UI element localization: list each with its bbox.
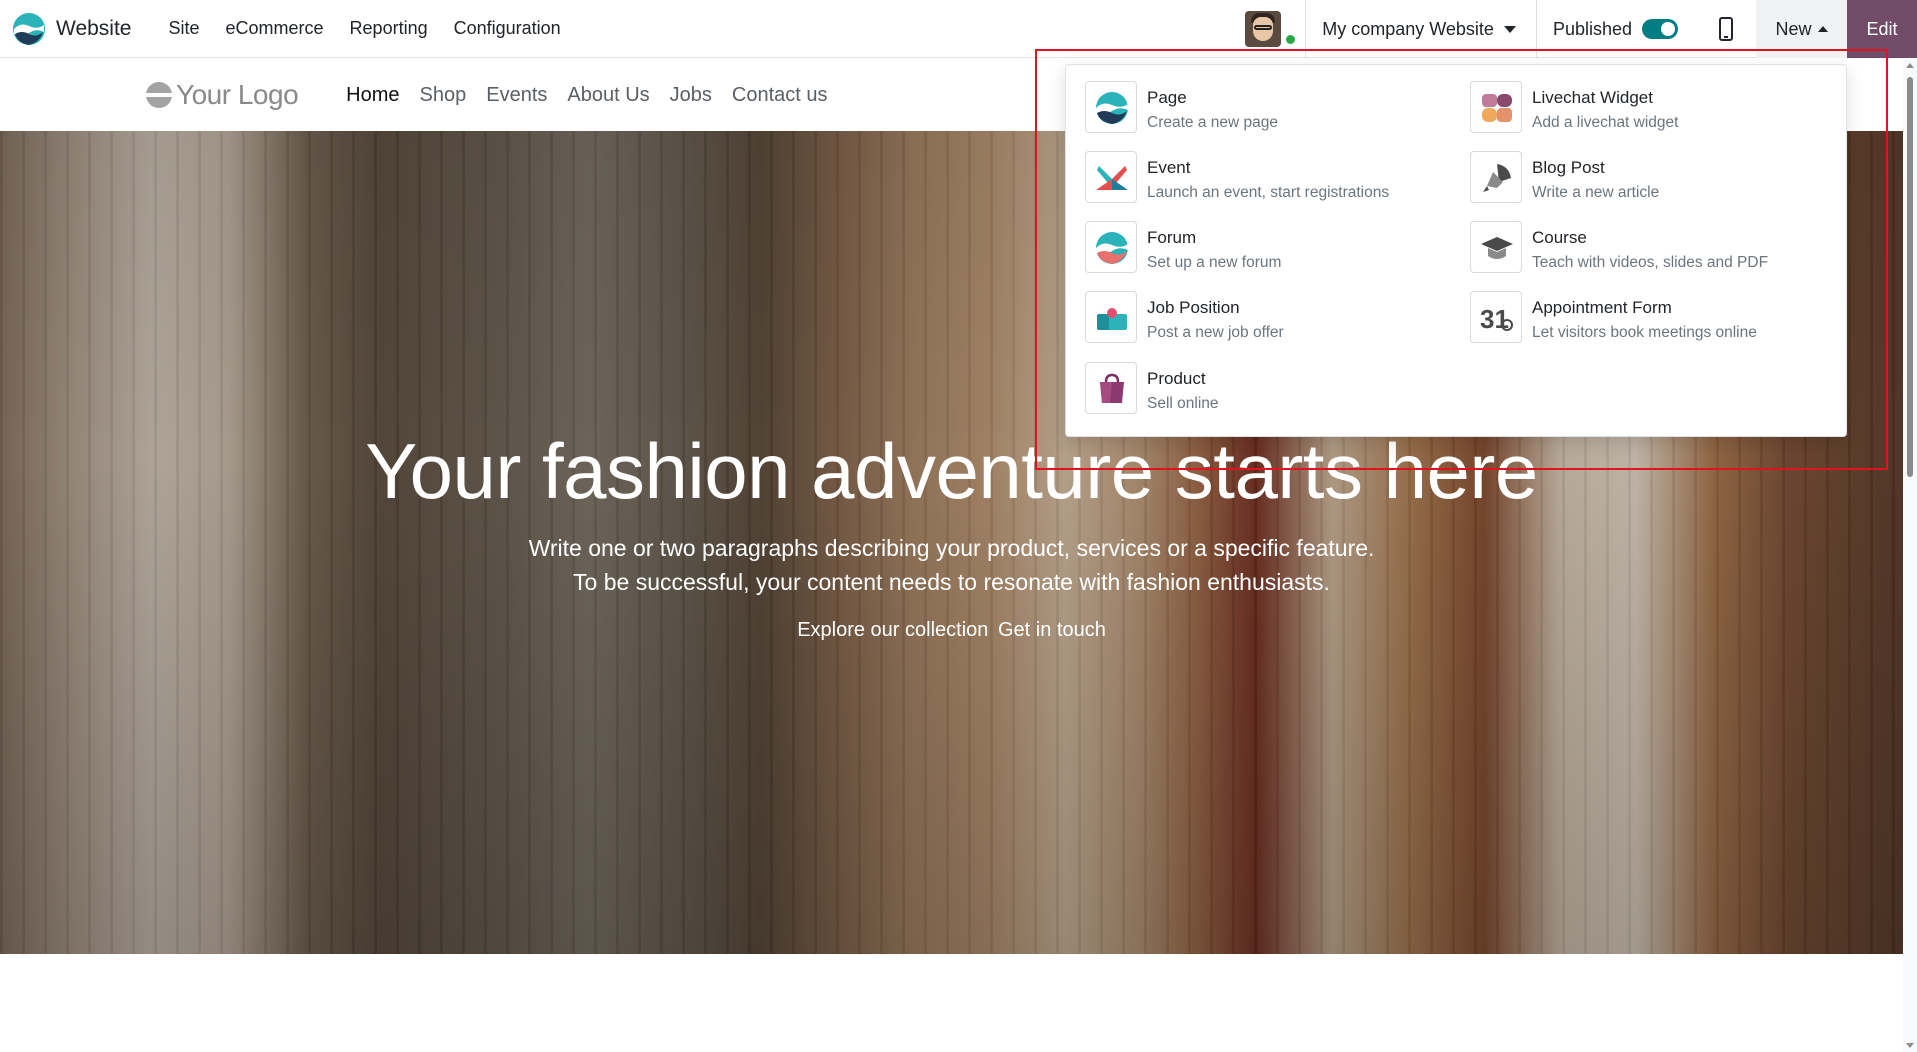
published-label: Published: [1552, 18, 1632, 39]
explore-collection-link[interactable]: Explore our collection: [797, 619, 988, 641]
site-logo[interactable]: Your Logo: [142, 79, 299, 111]
new-job-position-title: Job Position: [1147, 298, 1240, 317]
scroll-down-arrow-icon[interactable]: [1906, 1043, 1914, 1048]
nav-events[interactable]: Events: [476, 84, 557, 107]
admin-navbar-right: My company Website Published New Edit: [1245, 0, 1917, 58]
nav-home[interactable]: Home: [336, 84, 409, 107]
hero-title: Your fashion adventure starts here: [365, 427, 1538, 515]
website-switcher[interactable]: My company Website: [1306, 19, 1536, 40]
new-appointment-form-item[interactable]: 31 Appointment Form Let visitors book me…: [1470, 291, 1850, 353]
new-course-subtitle: Teach with videos, slides and PDF: [1532, 254, 1769, 271]
new-appointment-form-title: Appointment Form: [1532, 298, 1672, 317]
new-forum-title: Forum: [1147, 228, 1197, 247]
new-appointment-form-subtitle: Let visitors book meetings online: [1532, 324, 1757, 341]
top-menu: Site eCommerce Reporting Configuration: [155, 18, 573, 39]
page-icon: [1085, 81, 1137, 133]
hero-links: Explore our collection Get in touch: [0, 619, 1903, 642]
online-status-icon: [1284, 33, 1297, 46]
forum-icon: [1085, 221, 1137, 273]
new-livechat-subtitle: Add a livechat widget: [1532, 114, 1679, 131]
new-course-item[interactable]: Course Teach with videos, slides and PDF: [1470, 221, 1850, 283]
hero-content: Your fashion adventure starts here Write…: [0, 425, 1903, 642]
caret-up-icon: [1817, 26, 1828, 32]
new-event-item[interactable]: Event Launch an event, start registratio…: [1085, 151, 1465, 213]
new-blog-post-subtitle: Write a new article: [1532, 184, 1660, 201]
product-icon: [1085, 362, 1137, 414]
new-page-item[interactable]: Page Create a new page: [1085, 81, 1465, 143]
hero-paragraph-line-1: Write one or two paragraphs describing y…: [528, 535, 1375, 561]
nav-shop[interactable]: Shop: [410, 84, 477, 107]
mobile-phone-icon: [1719, 17, 1733, 41]
scroll-up-arrow-icon[interactable]: [1906, 63, 1914, 68]
new-label: New: [1775, 18, 1812, 39]
nav-jobs[interactable]: Jobs: [660, 84, 722, 107]
edit-label: Edit: [1866, 18, 1898, 39]
website-app-icon: [13, 12, 45, 45]
mobile-preview-button[interactable]: [1696, 0, 1756, 58]
app-brand[interactable]: Website: [12, 12, 155, 46]
new-content-dropdown: Page Create a new page Livechat Widget A…: [1065, 64, 1847, 437]
publish-toggle[interactable]: Published: [1537, 19, 1696, 40]
admin-navbar: Website Site eCommerce Reporting Configu…: [0, 0, 1917, 58]
page-scrollbar[interactable]: [1903, 59, 1917, 1052]
menu-ecommerce[interactable]: eCommerce: [213, 18, 337, 39]
new-forum-item[interactable]: Forum Set up a new forum: [1085, 221, 1465, 283]
hero-paragraph: Write one or two paragraphs describing y…: [0, 531, 1903, 599]
new-page-title: Page: [1147, 88, 1187, 107]
new-page-subtitle: Create a new page: [1147, 114, 1278, 131]
job-icon: [1085, 291, 1137, 343]
new-blog-post-item[interactable]: Blog Post Write a new article: [1470, 151, 1850, 213]
nav-about-us[interactable]: About Us: [557, 84, 659, 107]
app-name: Website: [56, 16, 132, 40]
toggle-switch-icon[interactable]: [1642, 19, 1678, 39]
new-job-position-item[interactable]: Job Position Post a new job offer: [1085, 291, 1465, 353]
site-nav: Home Shop Events About Us Jobs Contact u…: [336, 84, 837, 107]
new-event-title: Event: [1147, 158, 1191, 177]
menu-configuration[interactable]: Configuration: [441, 18, 574, 39]
appointment-icon: 31: [1470, 291, 1522, 343]
nav-contact-us[interactable]: Contact us: [722, 84, 838, 107]
new-content-button[interactable]: New: [1756, 0, 1847, 58]
website-switcher-label: My company Website: [1322, 18, 1494, 39]
get-in-touch-link[interactable]: Get in touch: [998, 619, 1106, 641]
new-forum-subtitle: Set up a new forum: [1147, 254, 1282, 271]
menu-site[interactable]: Site: [155, 18, 212, 39]
user-avatar[interactable]: [1245, 11, 1282, 47]
course-icon: [1470, 221, 1522, 273]
logo-mark-icon: [146, 82, 172, 108]
event-icon: [1085, 151, 1137, 203]
new-product-item[interactable]: Product Sell online: [1085, 362, 1465, 424]
new-product-title: Product: [1147, 369, 1206, 388]
caret-down-icon: [1503, 25, 1516, 33]
new-event-subtitle: Launch an event, start registrations: [1147, 184, 1390, 201]
scroll-thumb[interactable]: [1907, 77, 1913, 477]
logo-text: Your Logo: [176, 79, 299, 110]
new-course-title: Course: [1532, 228, 1587, 247]
new-blog-post-title: Blog Post: [1532, 158, 1605, 177]
livechat-icon: [1470, 81, 1522, 133]
new-livechat-widget-item[interactable]: Livechat Widget Add a livechat widget: [1470, 81, 1850, 143]
hero-paragraph-line-2: To be successful, your content needs to …: [573, 569, 1330, 595]
blog-icon: [1470, 151, 1522, 203]
menu-reporting[interactable]: Reporting: [337, 18, 441, 39]
edit-button[interactable]: Edit: [1847, 0, 1917, 58]
new-livechat-title: Livechat Widget: [1532, 88, 1653, 107]
new-product-subtitle: Sell online: [1147, 395, 1219, 412]
new-job-position-subtitle: Post a new job offer: [1147, 324, 1284, 341]
